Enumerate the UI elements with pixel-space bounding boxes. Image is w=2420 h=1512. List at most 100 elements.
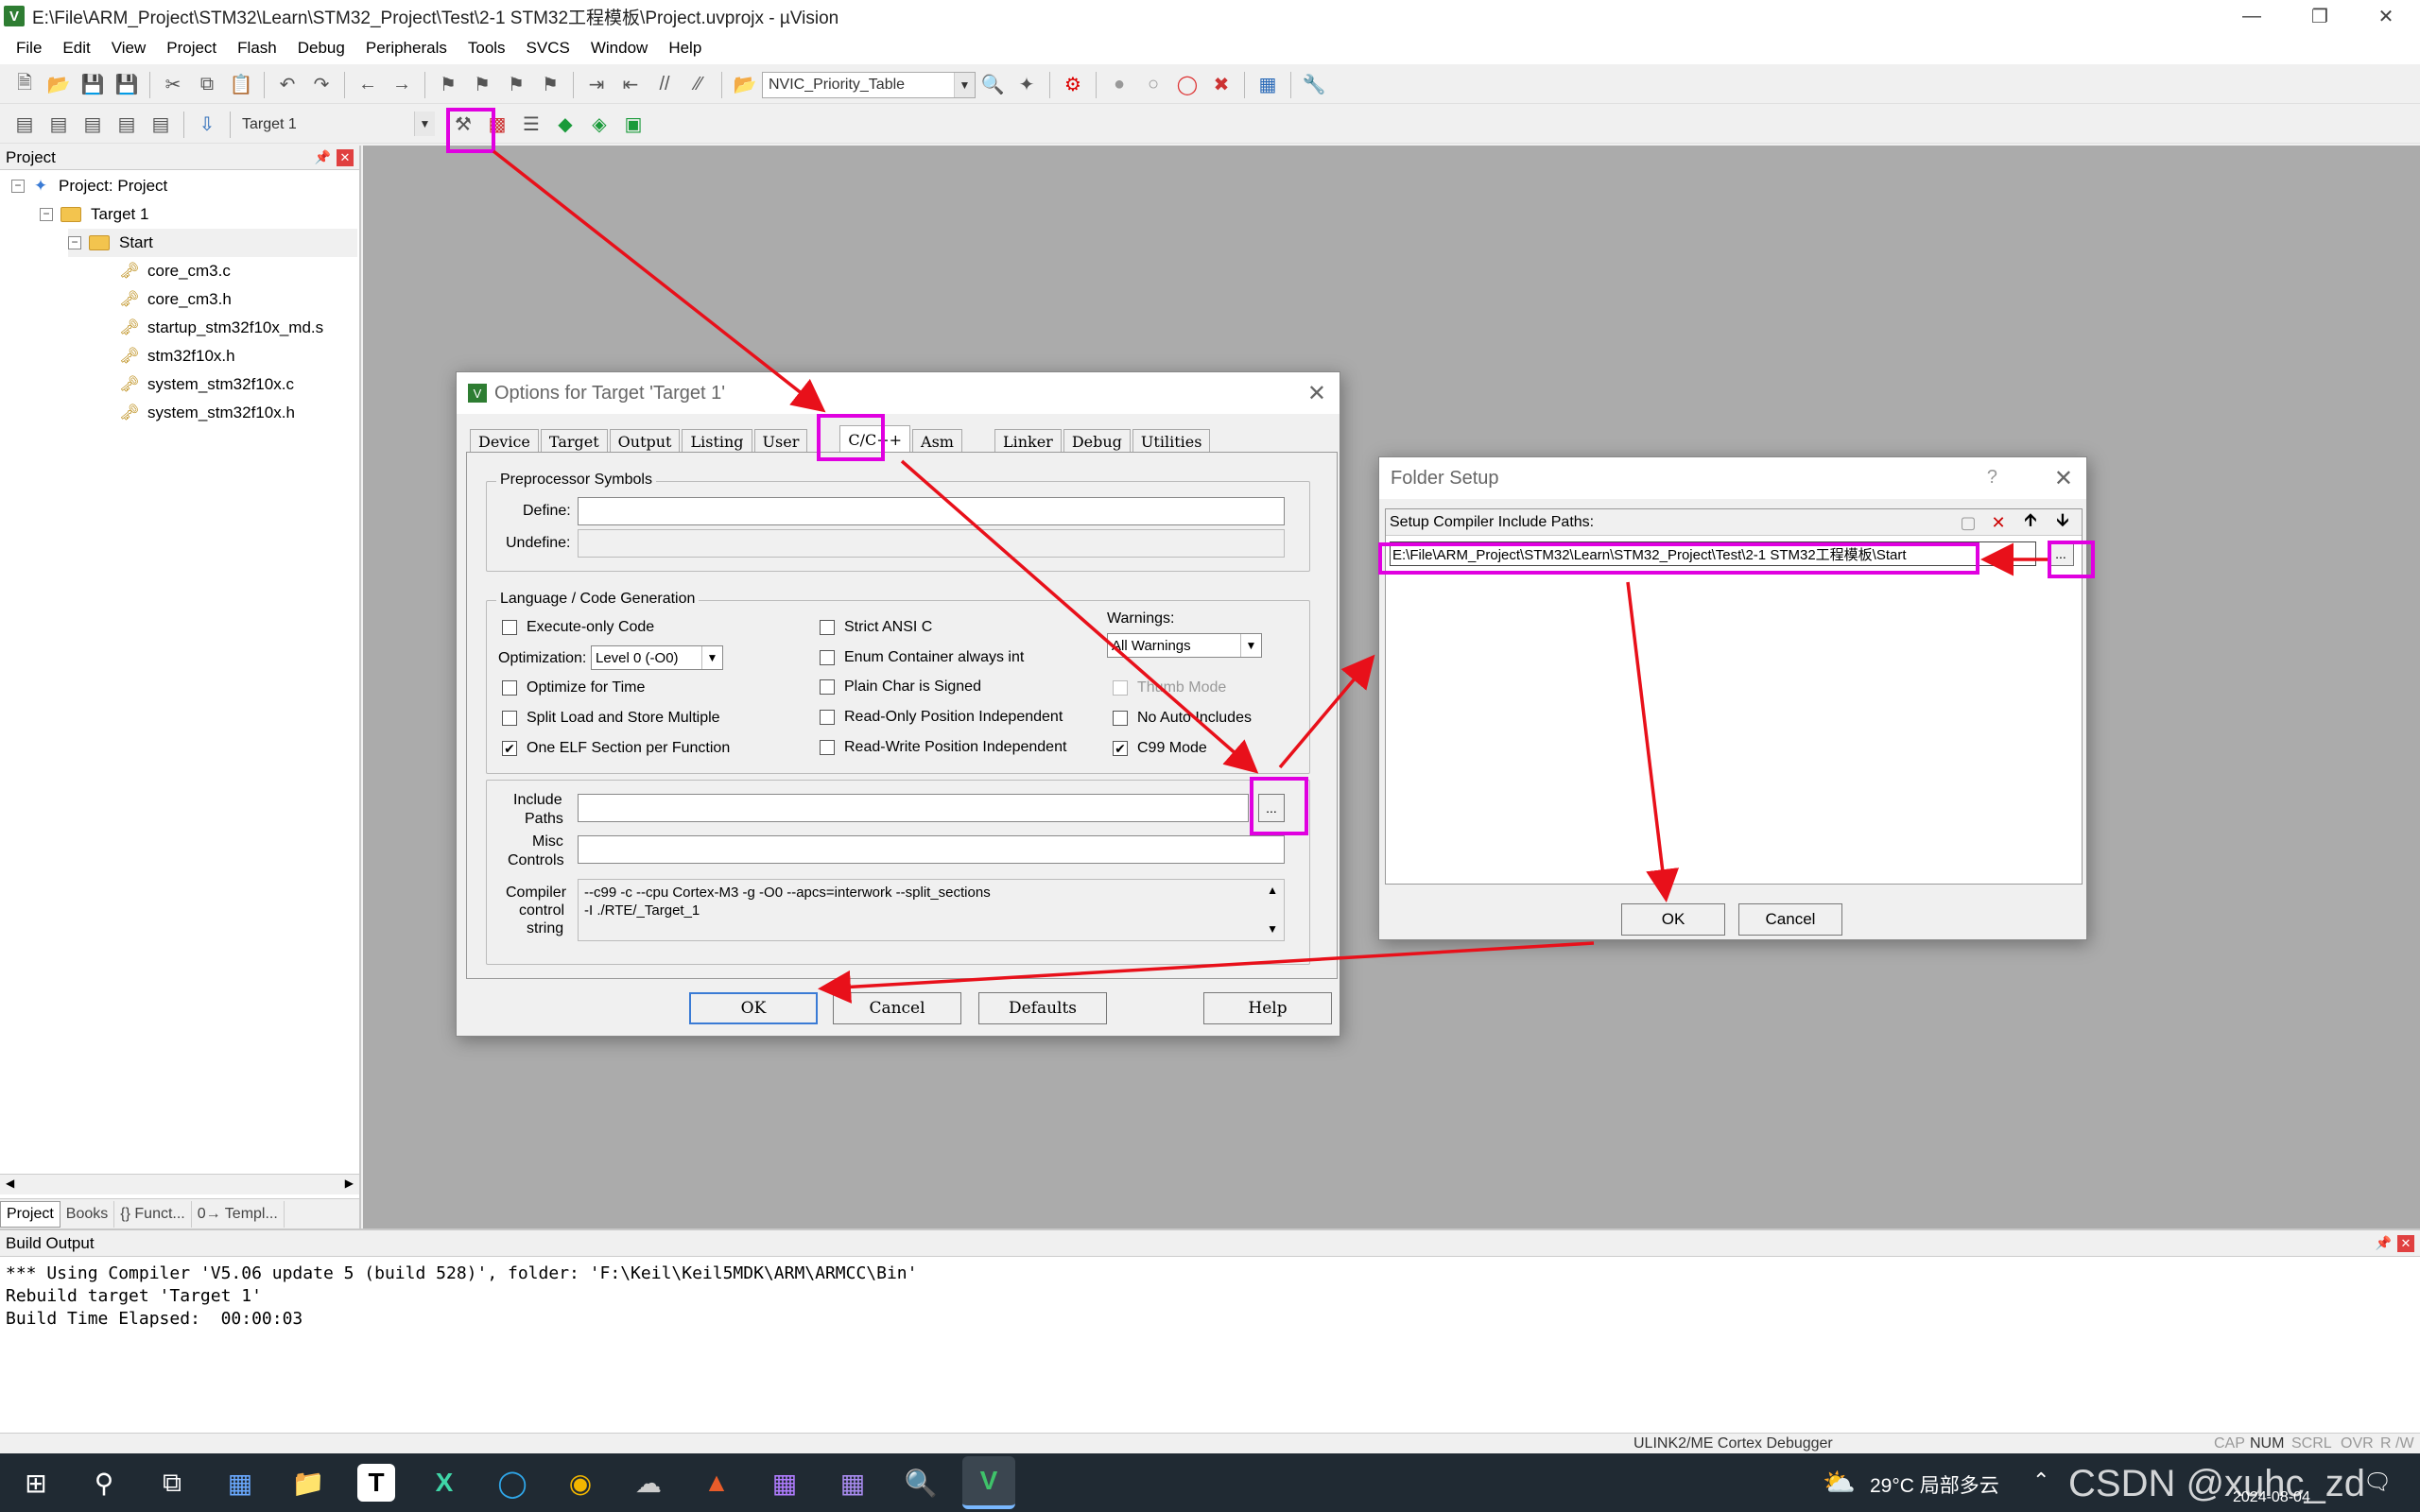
close-icon[interactable]: ✕: [337, 148, 354, 166]
breakpoint-insert-icon[interactable]: ●: [1104, 70, 1134, 100]
find-icon[interactable]: 🔍: [977, 70, 1008, 100]
tree-file[interactable]: 🗝 stm32f10x.h: [119, 342, 234, 370]
pin-icon[interactable]: 📌: [2376, 1235, 2392, 1251]
comment-icon[interactable]: //: [649, 70, 680, 100]
close-icon[interactable]: ✕: [2054, 465, 2073, 492]
bookmark-next-icon[interactable]: ⚑: [501, 70, 531, 100]
minimize-button[interactable]: —: [2220, 0, 2284, 32]
uncomment-icon[interactable]: ⁄⁄: [683, 70, 714, 100]
scroll-up-icon[interactable]: ▲: [1267, 882, 1278, 900]
menu-svcs[interactable]: SVCS: [516, 39, 580, 58]
tab-asm[interactable]: Asm: [912, 429, 962, 454]
manage-rte-icon[interactable]: ◆: [550, 110, 580, 140]
move-up-icon[interactable]: 🡩: [2017, 509, 2044, 536]
scroll-down-icon[interactable]: ▼: [1267, 920, 1278, 938]
window-layout-icon[interactable]: ▦: [1253, 70, 1283, 100]
tab-templates[interactable]: 0→ Templ...: [192, 1200, 285, 1228]
tree-target[interactable]: − Target 1: [40, 200, 148, 229]
defaults-button[interactable]: Defaults: [978, 992, 1107, 1024]
stop-build-icon[interactable]: ▤: [146, 110, 176, 140]
tab-debug[interactable]: Debug: [1063, 429, 1131, 454]
cut-icon[interactable]: ✂: [158, 70, 188, 100]
file-explorer-icon[interactable]: 📁: [282, 1456, 335, 1509]
chrome-browser-icon[interactable]: ◉: [554, 1456, 607, 1509]
tree-file[interactable]: 🗝 system_stm32f10x.h: [119, 399, 295, 427]
bookmark-clear-icon[interactable]: ⚑: [535, 70, 565, 100]
include-paths-input[interactable]: [578, 794, 1249, 822]
nav-back-icon[interactable]: ←: [353, 70, 383, 100]
undefine-input[interactable]: [578, 529, 1285, 558]
debug-start-icon[interactable]: ⚙: [1058, 70, 1088, 100]
thumb-mode-checkbox[interactable]: [1113, 680, 1128, 696]
batch-build-icon[interactable]: ▤: [112, 110, 142, 140]
execute-only-checkbox[interactable]: [502, 620, 517, 635]
tab-output[interactable]: Output: [609, 429, 681, 454]
windows-start-icon[interactable]: ⊞: [9, 1456, 62, 1509]
warnings-select[interactable]: All Warnings ▼: [1107, 633, 1262, 658]
delete-path-icon[interactable]: ✕: [1985, 509, 2012, 536]
weather-icon[interactable]: ⛅: [1823, 1467, 1856, 1498]
ropi-checkbox[interactable]: [820, 710, 835, 725]
target-combo[interactable]: Target 1 ▼: [236, 111, 435, 138]
typora-app-icon[interactable]: T: [357, 1464, 395, 1502]
pack-installer-icon[interactable]: ▣: [618, 110, 648, 140]
collapse-icon[interactable]: −: [68, 236, 81, 249]
menu-file[interactable]: File: [6, 39, 52, 58]
task-view-icon[interactable]: ⧉: [146, 1456, 199, 1509]
move-down-icon[interactable]: 🡫: [2049, 509, 2076, 536]
scroll-left-icon[interactable]: ◀: [6, 1177, 14, 1190]
collapse-icon[interactable]: −: [40, 208, 53, 221]
help-icon[interactable]: ?: [1987, 467, 1997, 489]
close-icon[interactable]: ✕: [2397, 1234, 2414, 1252]
tree-file[interactable]: 🗝 core_cm3.c: [119, 257, 231, 285]
tab-project[interactable]: Project: [0, 1200, 60, 1228]
xmind-app-icon[interactable]: X: [418, 1456, 471, 1509]
app-diagram-icon[interactable]: ▲: [690, 1456, 743, 1509]
split-load-checkbox[interactable]: [502, 711, 517, 726]
menu-flash[interactable]: Flash: [227, 39, 287, 58]
horizontal-scrollbar[interactable]: ◀ ▶: [0, 1174, 359, 1194]
menu-window[interactable]: Window: [580, 39, 658, 58]
redo-icon[interactable]: ↷: [306, 70, 337, 100]
tab-target[interactable]: Target: [540, 429, 608, 454]
strict-ansi-checkbox[interactable]: [820, 620, 835, 635]
app-search-icon[interactable]: 🔍: [894, 1456, 947, 1509]
tab-linker[interactable]: Linker: [994, 429, 1062, 454]
tab-books[interactable]: Books: [60, 1200, 115, 1228]
copy-icon[interactable]: ⧉: [192, 70, 222, 100]
enum-container-checkbox[interactable]: [820, 650, 835, 665]
tree-file[interactable]: 🗝 core_cm3.h: [119, 285, 232, 314]
download-icon[interactable]: ⇩: [192, 110, 222, 140]
no-auto-includes-checkbox[interactable]: [1113, 711, 1128, 726]
close-icon[interactable]: ✕: [1307, 380, 1326, 407]
folder-cancel-button[interactable]: Cancel: [1738, 903, 1842, 936]
breakpoint-disable-all-icon[interactable]: ◯: [1172, 70, 1202, 100]
open-file-icon[interactable]: 📂: [43, 70, 74, 100]
menu-tools[interactable]: Tools: [458, 39, 516, 58]
cancel-button[interactable]: Cancel: [833, 992, 961, 1024]
find-in-files-icon[interactable]: 📂: [730, 70, 760, 100]
bookmark-prev-icon[interactable]: ⚑: [467, 70, 497, 100]
weather-text[interactable]: 29°C 局部多云: [1870, 1470, 1999, 1499]
unindent-icon[interactable]: ⇤: [615, 70, 646, 100]
edge-browser-icon[interactable]: ◯: [486, 1456, 539, 1509]
new-path-icon[interactable]: ▢: [1955, 509, 1981, 536]
optimize-time-checkbox[interactable]: [502, 680, 517, 696]
build-icon[interactable]: ▤: [43, 110, 74, 140]
keil-uvision-taskbar-icon[interactable]: V: [962, 1456, 1015, 1509]
tree-group-start[interactable]: − Start: [68, 229, 357, 257]
app-tex-icon[interactable]: ▦: [758, 1456, 811, 1509]
tab-listing[interactable]: Listing: [682, 429, 752, 454]
ok-button[interactable]: OK: [689, 992, 818, 1024]
tab-device[interactable]: Device: [470, 429, 539, 454]
help-button[interactable]: Help: [1203, 992, 1332, 1024]
calculator-app-icon[interactable]: ▦: [214, 1456, 267, 1509]
misc-controls-input[interactable]: [578, 835, 1285, 864]
undo-icon[interactable]: ↶: [272, 70, 302, 100]
tab-utilities[interactable]: Utilities: [1132, 429, 1211, 454]
tree-root[interactable]: − ✦ Project: Project: [11, 172, 167, 200]
configure-tools-icon[interactable]: 🔧: [1299, 70, 1329, 100]
tab-functions[interactable]: {} Funct...: [114, 1200, 192, 1228]
paste-icon[interactable]: 📋: [226, 70, 256, 100]
translate-icon[interactable]: ▤: [9, 110, 40, 140]
